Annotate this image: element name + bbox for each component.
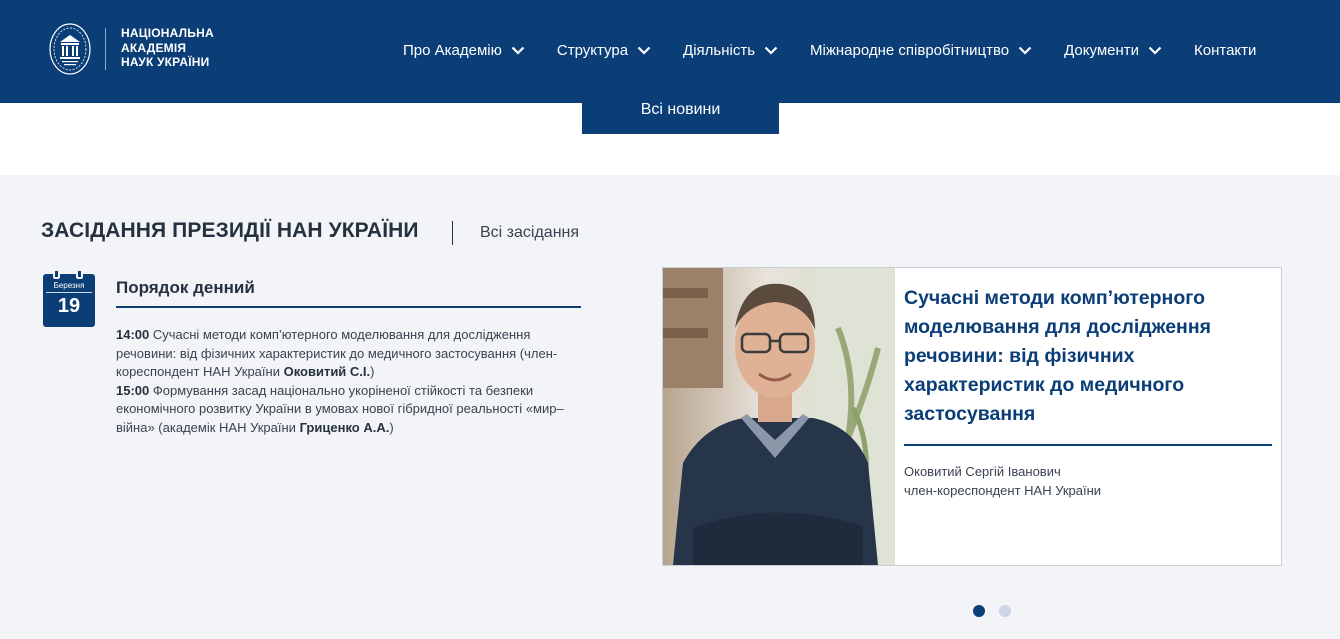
nav-item-contacts[interactable]: Контакти [1194,42,1256,59]
agenda-list: 14:00 Сучасні методи комп’ютерного модел… [116,326,584,437]
logo-text[interactable]: НАЦІОНАЛЬНА АКАДЕМІЯ НАУК УКРАЇНИ [121,26,214,70]
speaker-photo [663,268,895,565]
logo-divider [105,28,106,70]
section-title: ЗАСІДАННЯ ПРЕЗИДІЇ НАН УКРАЇНИ [41,219,419,242]
nav-item-documents[interactable]: Документи [1064,42,1162,59]
logo-line-3: НАУК УКРАЇНИ [121,55,210,69]
nav-item-about[interactable]: Про Академію [403,42,525,59]
nav-item-structure[interactable]: Структура [557,42,651,59]
agenda-item: 14:00 Сучасні методи комп’ютерного модел… [116,326,584,382]
chevron-down-icon [764,46,778,55]
agenda-item: 15:00 Формування засад національно укорі… [116,382,584,438]
nav-item-label: Документи [1064,41,1140,59]
all-meetings-link[interactable]: Всі засідання [480,224,579,242]
nav-item-label: Структура [556,41,629,59]
main-nav: Про Академію Структура Діяльність Міжнар… [403,38,1256,62]
agenda-time: 15:00 [116,382,150,398]
feature-card[interactable]: Сучасні методи комп’ютерного моделювання… [662,267,1282,566]
speaker-portrait-image [663,268,895,565]
calendar-ring [76,269,83,279]
feature-title[interactable]: Сучасні методи комп’ютерного моделювання… [904,284,1244,429]
slider-dot-2[interactable] [999,605,1011,617]
calendar-ring [53,269,60,279]
logo-line-2: АКАДЕМІЯ [121,40,187,55]
nav-item-activity[interactable]: Діяльність [683,42,778,59]
person-title: член-кореспондент НАН України [904,483,1102,498]
chevron-down-icon [1018,46,1032,55]
all-news-button[interactable]: Всі новини [582,86,779,134]
calendar-month: Березня [53,281,85,290]
calendar-divider [46,292,92,293]
chevron-down-icon [637,46,651,55]
agenda-rule [116,306,581,308]
slider-pagination [973,605,1011,617]
agenda-suffix: ) [389,419,394,435]
person-name: Оковитий Сергій Іванович [904,464,1061,479]
presidium-section: ЗАСІДАННЯ ПРЕЗИДІЇ НАН УКРАЇНИ Всі засід… [0,175,1340,639]
title-divider [452,221,453,245]
nav-item-label: Діяльність [683,41,756,59]
nav-item-international[interactable]: Міжнародне співробітництво [810,42,1032,59]
calendar-day: 19 [57,295,81,317]
agenda-speaker: Оковитий С.І. [283,364,371,379]
nav-item-label: Контакти [1194,41,1257,59]
chevron-down-icon [511,46,525,55]
academy-emblem-icon[interactable] [48,22,92,76]
agenda-suffix: ) [370,364,375,379]
nav-item-label: Міжнародне співробітництво [810,41,1010,59]
slider-dot-1[interactable] [973,605,985,617]
nav-item-label: Про Академію [403,41,502,59]
chevron-down-icon [1148,46,1162,55]
feature-rule [904,444,1272,446]
agenda-title: Порядок денний [116,278,255,297]
agenda-time: 14:00 [116,327,150,342]
agenda-speaker: Гриценко А.А. [299,419,390,435]
logo-line-1: НАЦІОНАЛЬНА [121,26,214,40]
feature-person: Оковитий Сергій Іванович член-кореспонде… [904,462,1101,500]
calendar-icon: Березня 19 [43,269,95,327]
